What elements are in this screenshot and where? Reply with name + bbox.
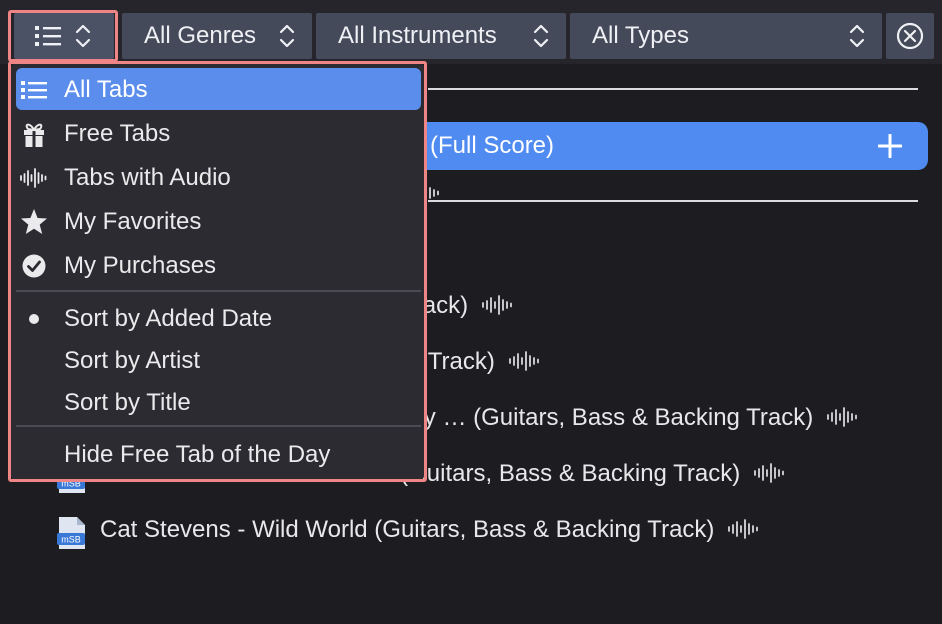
menu-item-label: Sort by Title [64, 389, 191, 416]
list-item[interactable]: mSB Cat Stevens - Wild World (Guitars, Ba… [0, 512, 942, 552]
audio-wave-icon [827, 407, 858, 427]
chevron-up-down-icon [279, 24, 295, 48]
menu-item-sort-by-title[interactable]: Sort by Title [16, 381, 421, 423]
menu-item-free-tabs[interactable]: Free Tabs [16, 112, 421, 154]
menu-separator [16, 290, 421, 292]
checkmark-circle-icon [22, 254, 46, 278]
file-badge-text: mSB [61, 479, 81, 489]
instrument-filter-label: All Instruments [338, 22, 497, 49]
list-icon [35, 26, 61, 46]
chevron-up-down-icon [533, 24, 549, 48]
featured-row-title: (Full Score) [430, 132, 555, 159]
menu-item-label: Hide Free Tab of the Day [64, 441, 331, 468]
type-filter-select[interactable]: All Types [570, 13, 882, 59]
tab-filter-dropdown-menu: All Tabs Free Tabs Tabs with Audio My Fa… [11, 64, 424, 480]
genre-filter-select[interactable]: All Genres [122, 13, 312, 59]
plus-icon[interactable] [878, 134, 902, 158]
menu-item-all-tabs[interactable]: All Tabs [16, 68, 421, 110]
clear-filters-button[interactable] [886, 13, 934, 59]
star-icon [21, 209, 47, 234]
menu-item-label: Free Tabs [64, 120, 171, 147]
menu-item-label: Tabs with Audio [64, 164, 231, 191]
audio-wave-icon [728, 519, 759, 539]
menu-item-my-purchases[interactable]: My Purchases [16, 244, 421, 286]
tab-filter-menu-button[interactable] [14, 13, 114, 59]
genre-filter-label: All Genres [144, 22, 257, 49]
list-icon [21, 81, 47, 99]
audio-wave-icon [754, 463, 785, 483]
menu-item-sort-by-artist[interactable]: Sort by Artist [16, 339, 421, 381]
file-badge-text: mSB [61, 535, 81, 545]
menu-item-tabs-with-audio[interactable]: Tabs with Audio [16, 156, 421, 198]
chevron-up-down-icon [849, 24, 865, 48]
menu-item-label: Sort by Artist [64, 347, 201, 374]
menu-item-my-favorites[interactable]: My Favorites [16, 200, 421, 242]
menu-item-sort-by-added-date[interactable]: Sort by Added Date [16, 297, 421, 339]
featured-row[interactable]: (Full Score) [414, 122, 928, 170]
audio-wave-icon [482, 295, 513, 315]
chevron-up-down-icon [75, 24, 91, 48]
menu-separator [16, 425, 421, 427]
divider [428, 88, 918, 90]
close-circle-icon [896, 22, 924, 50]
menu-item-label: Sort by Added Date [64, 305, 273, 332]
audio-wave-icon [508, 351, 539, 371]
list-item-title: Cat Stevens - Wild World (Guitars, Bass … [100, 516, 759, 544]
menu-item-label: All Tabs [64, 76, 148, 103]
instrument-filter-select[interactable]: All Instruments [316, 13, 566, 59]
filter-bar: All Genres All Instruments All Types [0, 0, 942, 64]
audio-wave-icon [20, 168, 47, 188]
menu-item-hide-free-tab[interactable]: Hide Free Tab of the Day [16, 433, 421, 475]
gift-icon [24, 123, 44, 147]
type-filter-label: All Types [592, 22, 689, 49]
file-msb-icon: mSB [57, 517, 85, 549]
menu-item-label: My Purchases [64, 252, 217, 279]
menu-item-label: My Favorites [64, 208, 202, 235]
bullet-dot-icon [29, 314, 39, 324]
